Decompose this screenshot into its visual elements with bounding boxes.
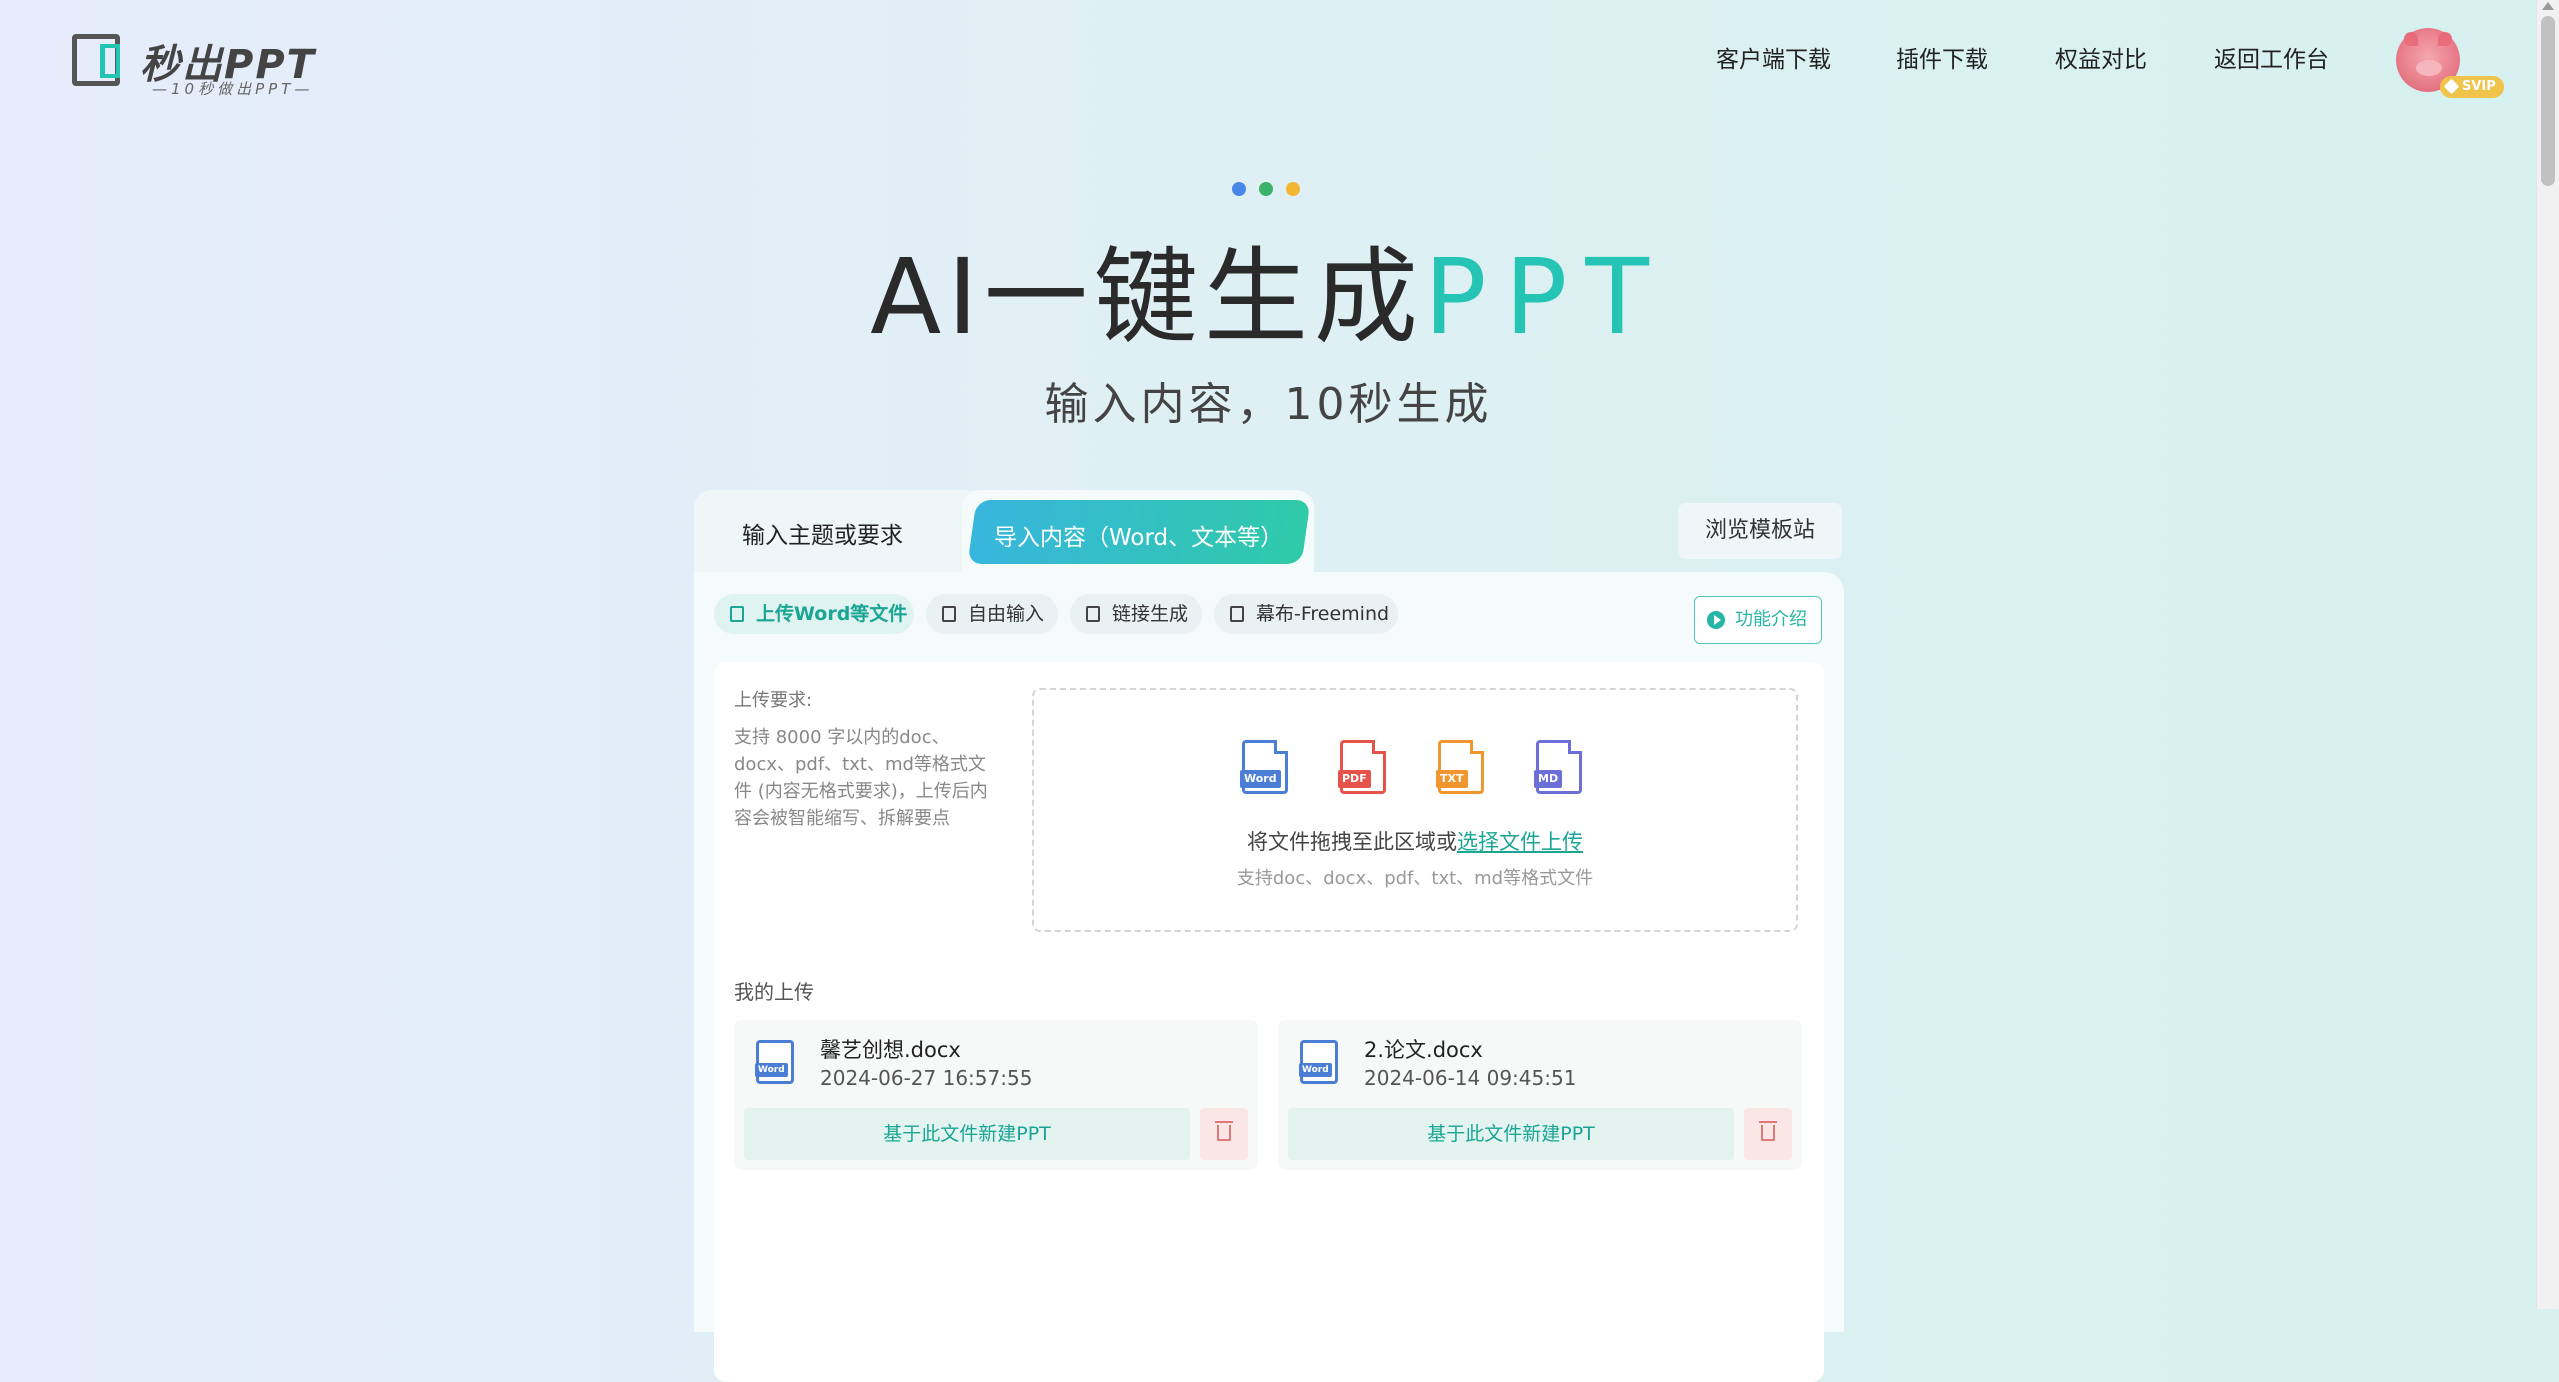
nav-benefits-compare[interactable]: 权益对比 <box>2055 40 2147 74</box>
chip-link-label: 链接生成 <box>1112 603 1189 625</box>
link-icon <box>1086 606 1100 622</box>
select-file-link[interactable]: 选择文件上传 <box>1457 830 1583 854</box>
file-date: 2024-06-14 09:45:51 <box>1364 1066 1577 1090</box>
browse-templates-button[interactable]: 浏览模板站 <box>1678 503 1842 559</box>
file-date: 2024-06-27 16:57:55 <box>820 1066 1033 1090</box>
avatar-ear-left <box>2404 32 2418 46</box>
my-uploads-title: 我的上传 <box>734 980 814 1004</box>
nav-back-to-workspace[interactable]: 返回工作台 <box>2214 40 2329 74</box>
tab-import-label: 导入内容（Word、文本等） <box>994 525 1284 551</box>
svip-badge: SVIP <box>2440 76 2504 98</box>
delete-file-button[interactable] <box>1744 1108 1792 1160</box>
hero-dots <box>1232 181 1313 200</box>
logo-mark-accent <box>100 44 120 78</box>
hero-title-main: AI一键生成 <box>870 236 1424 358</box>
feature-intro-button[interactable]: 功能介绍 <box>1694 596 1822 644</box>
scroll-up-arrow-icon[interactable] <box>2542 2 2554 10</box>
chip-link-generate[interactable]: 链接生成 <box>1070 594 1202 634</box>
uploaded-file-card: Word 2.论文.docx 2024-06-14 09:45:51 基于此文件… <box>1278 1020 1802 1170</box>
hero-title: AI一键生成PPT <box>0 212 2537 363</box>
main-card: 上传Word等文件 自由输入 链接生成 幕布-Freemind 功能介绍 上传要… <box>694 572 1844 1382</box>
green-dot <box>1259 182 1273 196</box>
file-name: 馨艺创想.docx <box>820 1038 961 1062</box>
word-file-icon: Word <box>1240 740 1288 794</box>
md-file-icon: MD <box>1534 740 1582 794</box>
upload-requirements-title: 上传要求: <box>734 690 813 711</box>
new-ppt-from-file-button[interactable]: 基于此文件新建PPT <box>744 1108 1190 1160</box>
page-scrollbar[interactable] <box>2536 0 2559 1309</box>
nav-client-download[interactable]: 客户端下载 <box>1716 40 1831 74</box>
new-ppt-from-file-button[interactable]: 基于此文件新建PPT <box>1288 1108 1734 1160</box>
input-mode-tabs: 输入主题或要求 导入内容（Word、文本等） <box>694 490 1314 574</box>
yellow-dot <box>1286 182 1300 196</box>
tab-topic-label: 输入主题或要求 <box>742 523 903 549</box>
chip-upload-file[interactable]: 上传Word等文件 <box>714 594 914 634</box>
chip-free-label: 自由输入 <box>968 603 1045 625</box>
word-file-icon: Word <box>755 1040 794 1084</box>
avatar-ear-right <box>2438 32 2452 46</box>
md-tag: MD <box>1534 770 1563 788</box>
drop-hint: 支持doc、docx、pdf、txt、md等格式文件 <box>1236 868 1594 889</box>
hero-subtitle: 输入内容，10秒生成 <box>1044 379 1493 430</box>
mindmap-icon <box>1230 606 1244 622</box>
feature-intro-label: 功能介绍 <box>1735 609 1807 630</box>
trash-icon <box>1759 1121 1777 1141</box>
tab-topic[interactable]: 输入主题或要求 <box>694 490 984 574</box>
file-upload-icon <box>730 606 744 622</box>
hero-title-accent: PPT <box>1423 236 1667 358</box>
word-file-icon: Word <box>1299 1040 1338 1084</box>
word-tag: Word <box>1240 770 1281 788</box>
uploaded-file-card: Word 馨艺创想.docx 2024-06-27 16:57:55 基于此文件… <box>734 1020 1258 1170</box>
pdf-file-icon: PDF <box>1338 740 1386 794</box>
blue-dot <box>1232 182 1246 196</box>
avatar-snout <box>2416 60 2442 76</box>
svip-label: SVIP <box>2462 79 2496 94</box>
play-icon <box>1707 611 1725 629</box>
chip-free-input[interactable]: 自由输入 <box>926 594 1058 634</box>
document-icon <box>942 606 956 622</box>
upload-panel: 上传要求: 支持 8000 字以内的doc、docx、pdf、txt、md等格式… <box>714 662 1824 1382</box>
file-dropzone[interactable]: Word PDF TXT MD 将文件拖拽至此区域或选择文件上传 支持doc、d… <box>1032 688 1798 932</box>
chip-freemind[interactable]: 幕布-Freemind <box>1214 594 1398 634</box>
diamond-icon <box>2443 78 2460 95</box>
delete-file-button[interactable] <box>1200 1108 1248 1160</box>
txt-file-icon: TXT <box>1436 740 1484 794</box>
pdf-tag: PDF <box>1338 770 1371 788</box>
txt-tag: TXT <box>1436 770 1468 788</box>
scroll-thumb[interactable] <box>2541 16 2555 186</box>
nav-plugin-download[interactable]: 插件下载 <box>1896 40 1988 74</box>
drop-text: 将文件拖拽至此区域或 <box>1247 830 1457 854</box>
chip-freemind-label: 幕布-Freemind <box>1256 603 1390 625</box>
trash-icon <box>1215 1121 1233 1141</box>
drop-instruction: 将文件拖拽至此区域或选择文件上传 <box>1034 826 1796 856</box>
file-name: 2.论文.docx <box>1364 1038 1483 1062</box>
chip-upload-label: 上传Word等文件 <box>756 603 908 625</box>
logo-subtitle: —10秒做出PPT— <box>152 80 314 98</box>
logo[interactable]: 秒出PPT —10秒做出PPT— <box>72 32 322 98</box>
upload-requirements-text: 支持 8000 字以内的doc、docx、pdf、txt、md等格式文件 (内容… <box>734 727 988 829</box>
